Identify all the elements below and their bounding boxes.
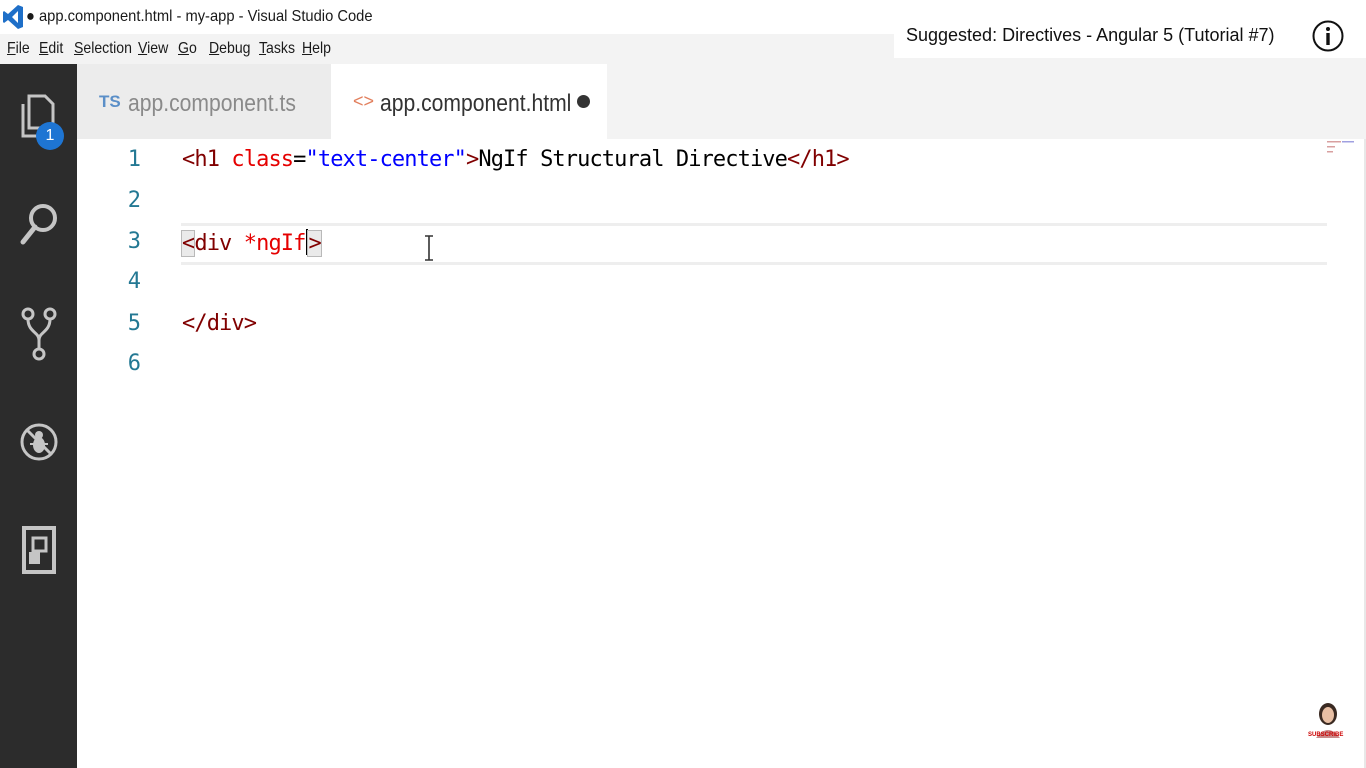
editor-tabs: TS app.component.ts <> app.component.htm… [77,64,1366,139]
code-equals: = [293,147,306,172]
menu-tasks[interactable]: Tasks [259,40,295,58]
line-number: 3 [127,229,141,254]
menu-selection[interactable]: Selection [74,40,132,58]
menu-file[interactable]: File [7,40,30,58]
suggested-video-title[interactable]: Suggested: Directives - Angular 5 (Tutor… [906,25,1275,46]
activity-bar: 1 [0,64,77,768]
code-line-3: <div *ngIf > [180,229,322,257]
ibeam-cursor-icon [425,235,433,261]
line-number: 6 [127,351,141,376]
line-number: 1 [127,147,141,172]
code-string: "text-center" [305,147,467,172]
typescript-file-icon: TS [99,92,121,111]
code-line-5: </div> [182,311,257,336]
info-icon[interactable] [1312,20,1344,52]
source-control-button[interactable] [15,306,63,362]
extensions-button[interactable] [15,522,63,578]
code-bracket: > [466,147,479,172]
line-number: 4 [127,269,141,294]
vscode-logo-icon [3,5,23,29]
search-icon [20,204,57,245]
tab-label: app.component.ts [128,90,296,117]
line-number: 5 [127,311,141,336]
extensions-icon [22,526,56,574]
line-number: 2 [127,188,141,213]
matched-bracket: < [180,230,196,257]
html-file-icon: <> [353,91,375,111]
code-tag: div [194,231,244,256]
code-editor[interactable]: 1 2 3 4 5 6 <h1 class="text-center">NgIf… [77,139,1366,768]
debug-button[interactable] [15,414,63,470]
matched-bracket: > [307,230,322,257]
source-control-icon [21,307,57,361]
menu-view[interactable]: View [138,40,168,58]
window-title: ● app.component.html - my-app - Visual S… [26,8,373,25]
code-tag: </h1> [787,147,850,172]
current-line-highlight [181,223,1327,265]
code-tag: </div> [182,311,257,336]
unsaved-dot-icon[interactable] [577,95,590,108]
code-tag: <h1 [182,147,220,172]
debug-icon [20,423,58,461]
tab-app-component-html[interactable]: <> app.component.html [331,64,607,139]
menu-edit[interactable]: Edit [39,40,63,58]
tab-app-component-ts[interactable]: TS app.component.ts [77,64,331,139]
code-text: NgIf Structural Directive [478,147,788,172]
code-line-1: <h1 class="text-center">NgIf Structural … [182,147,850,172]
explorer-badge: 1 [36,122,64,150]
search-button[interactable] [15,198,63,254]
minimap[interactable] [1325,139,1365,163]
tab-label: app.component.html [380,90,572,117]
suggested-video-card[interactable]: Suggested: Directives - Angular 5 (Tutor… [894,14,1366,58]
code-attribute: *ngIf [243,231,307,256]
code-attribute: class [231,147,294,172]
menu-help[interactable]: Help [302,40,331,58]
menu-debug[interactable]: Debug [209,40,250,58]
menu-go[interactable]: Go [178,40,197,58]
subscribe-label[interactable]: SUBSCRIBE [1308,732,1343,738]
